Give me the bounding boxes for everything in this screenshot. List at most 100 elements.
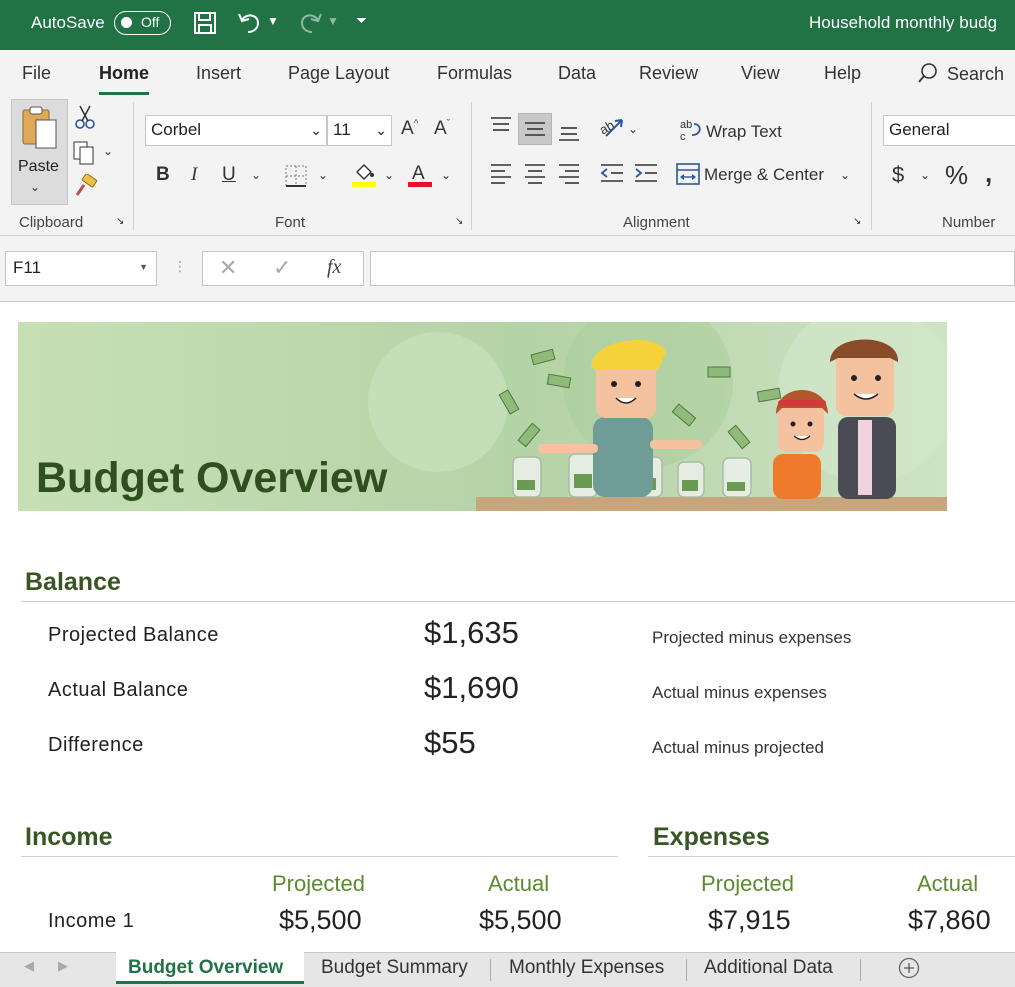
increase-indent-icon[interactable] <box>633 162 659 189</box>
percent-style-icon[interactable]: % <box>945 160 968 191</box>
actual-balance-label: Actual Balance <box>48 679 189 701</box>
search-box[interactable]: Search <box>917 62 1004 85</box>
underline-dropdown-icon[interactable]: ⌄ <box>251 168 261 182</box>
income-1-actual[interactable]: $5,500 <box>479 905 562 936</box>
borders-icon[interactable] <box>285 165 307 192</box>
income-1-label: Income 1 <box>48 910 135 932</box>
align-middle-icon[interactable] <box>518 113 552 145</box>
tab-help[interactable]: Help <box>824 63 861 84</box>
number-format-select[interactable]: General <box>883 115 1015 146</box>
sheet-tab-monthly-expenses[interactable]: Monthly Expenses <box>509 957 664 979</box>
group-label-number: Number <box>942 214 996 231</box>
add-sheet-icon[interactable] <box>898 957 920 984</box>
projected-balance-note: Projected minus expenses <box>652 628 852 647</box>
borders-dropdown-icon[interactable]: ⌄ <box>318 168 328 182</box>
paste-button[interactable]: Paste ⌄ <box>11 99 68 205</box>
tab-review[interactable]: Review <box>639 63 698 84</box>
undo-icon[interactable] <box>236 10 264 42</box>
sheet-tab-budget-summary[interactable]: Budget Summary <box>321 957 468 979</box>
enter-icon[interactable]: ✓ <box>273 255 291 281</box>
customize-toolbar-icon[interactable]: ⏷ <box>356 12 367 29</box>
tab-formulas[interactable]: Formulas <box>437 63 512 84</box>
insert-function-icon[interactable]: fx <box>327 256 341 279</box>
redo-dropdown-icon[interactable]: ▼ <box>327 14 339 28</box>
tab-file[interactable]: File <box>22 63 51 84</box>
scroll-tabs-left-icon[interactable]: ◀ <box>24 958 34 974</box>
format-painter-icon[interactable] <box>74 173 98 203</box>
autosave-toggle[interactable]: Off <box>114 11 171 35</box>
undo-dropdown-icon[interactable]: ▼ <box>267 14 279 28</box>
svg-text:ab: ab <box>680 119 692 131</box>
font-name-select[interactable]: Corbel ⌄ <box>145 115 327 146</box>
balance-rule <box>21 601 1015 602</box>
tab-insert[interactable]: Insert <box>196 63 241 84</box>
name-box[interactable]: F11 ▼ <box>5 251 157 286</box>
font-launcher-icon[interactable]: ↘ <box>455 216 463 227</box>
sheet-tab-budget-overview[interactable]: Budget Overview <box>116 952 304 984</box>
orientation-icon[interactable]: ab <box>597 114 626 145</box>
more-options-icon[interactable]: ⋮ <box>173 258 187 275</box>
formula-input[interactable] <box>370 251 1015 286</box>
name-box-dropdown-icon: ▼ <box>139 262 148 272</box>
align-right-icon[interactable] <box>557 162 581 189</box>
cut-icon[interactable] <box>74 104 96 135</box>
wrap-text-button[interactable]: ab c Wrap Text <box>680 118 782 143</box>
font-color-dropdown-icon[interactable]: ⌄ <box>441 168 451 182</box>
banner-title: Budget Overview <box>36 454 388 502</box>
tab-view[interactable]: View <box>741 63 780 84</box>
projected-balance-value[interactable]: $1,635 <box>424 615 519 651</box>
autosave-label: AutoSave <box>31 13 105 32</box>
copy-dropdown-icon[interactable]: ⌄ <box>103 144 113 158</box>
orientation-dropdown-icon[interactable]: ⌄ <box>628 122 638 136</box>
underline-icon[interactable]: U <box>222 164 236 186</box>
sheet-tab-additional-data[interactable]: Additional Data <box>704 957 833 979</box>
merge-center-button[interactable]: Merge & Center <box>676 163 824 185</box>
comma-style-icon[interactable]: , <box>985 158 992 189</box>
font-color-icon[interactable]: A <box>407 160 433 193</box>
tab-data[interactable]: Data <box>558 63 596 84</box>
accounting-format-icon[interactable]: $ <box>892 162 904 188</box>
decrease-indent-icon[interactable] <box>599 162 625 189</box>
alignment-launcher-icon[interactable]: ↘ <box>853 216 861 227</box>
increase-font-size-icon[interactable]: A^ <box>401 118 418 140</box>
paste-dropdown-icon[interactable]: ⌄ <box>30 180 40 194</box>
tab-home[interactable]: Home <box>99 63 150 95</box>
align-center-icon[interactable] <box>523 162 547 189</box>
merge-center-dropdown-icon[interactable]: ⌄ <box>840 168 850 182</box>
paste-icon <box>22 106 57 149</box>
worksheet[interactable]: Budget Overview Balance Projected Balanc… <box>0 302 1015 952</box>
tab-page-layout[interactable]: Page Layout <box>288 63 389 84</box>
align-top-icon[interactable] <box>489 116 513 141</box>
difference-value[interactable]: $55 <box>424 725 476 761</box>
wrap-text-label: Wrap Text <box>706 122 782 141</box>
font-name-dropdown-icon: ⌄ <box>310 122 322 138</box>
expenses-actual-value[interactable]: $7,860 <box>908 905 991 936</box>
fill-color-icon[interactable] <box>351 160 377 193</box>
align-left-icon[interactable] <box>489 162 513 189</box>
merge-center-label: Merge & Center <box>704 165 824 184</box>
actual-balance-value[interactable]: $1,690 <box>424 670 519 706</box>
copy-icon[interactable] <box>72 140 98 171</box>
group-label-font: Font <box>275 214 306 231</box>
redo-icon[interactable] <box>296 10 324 42</box>
fill-color-dropdown-icon[interactable]: ⌄ <box>384 168 394 182</box>
scroll-tabs-right-icon[interactable]: ▶ <box>58 958 68 974</box>
expenses-title: Expenses <box>653 823 770 851</box>
font-name-value: Corbel <box>151 120 202 139</box>
income-1-projected[interactable]: $5,500 <box>279 905 362 936</box>
save-icon[interactable] <box>192 10 218 42</box>
accounting-dropdown-icon[interactable]: ⌄ <box>920 168 930 182</box>
expenses-projected-value[interactable]: $7,915 <box>708 905 791 936</box>
decrease-font-size-icon[interactable]: Aˇ <box>434 118 450 140</box>
clipboard-launcher-icon[interactable]: ↘ <box>116 216 124 227</box>
balance-title: Balance <box>25 568 121 596</box>
font-size-select[interactable]: 11 ⌄ <box>327 115 392 146</box>
document-title: Household monthly budg <box>809 13 998 32</box>
italic-icon[interactable]: I <box>191 164 197 186</box>
difference-label: Difference <box>48 734 144 756</box>
income-title: Income <box>25 823 113 851</box>
align-bottom-icon[interactable] <box>557 122 581 147</box>
sheet-tabs-bar: ◀ ▶ Budget Overview Budget Summary Month… <box>0 952 1015 987</box>
bold-icon[interactable]: B <box>156 164 170 186</box>
cancel-icon[interactable]: ✕ <box>219 255 237 281</box>
